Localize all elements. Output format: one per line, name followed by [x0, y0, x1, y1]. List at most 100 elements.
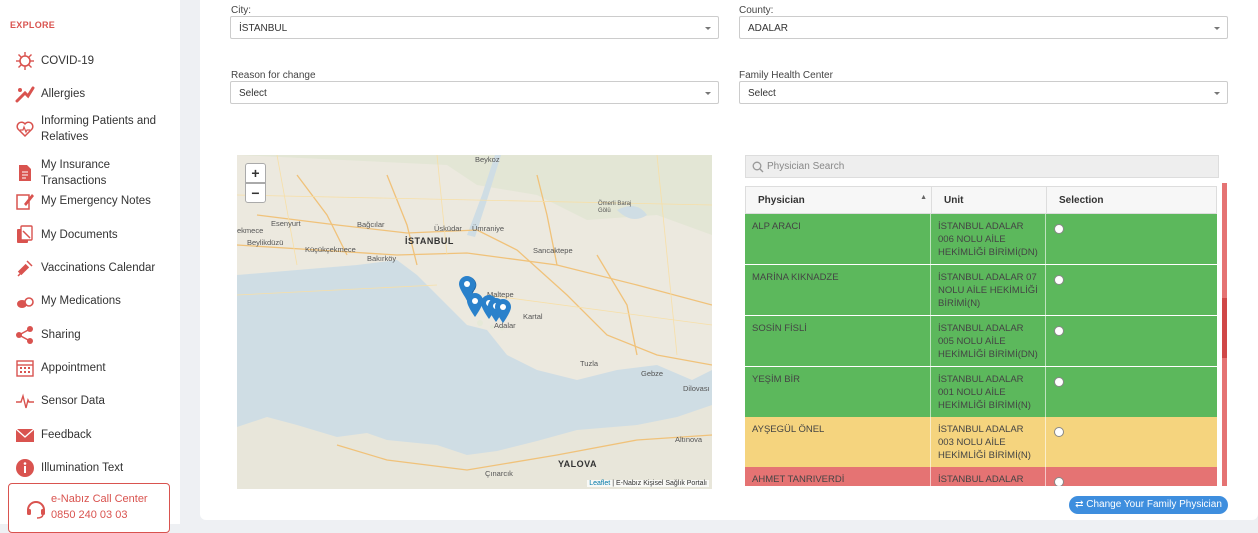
sidebar-item-label: Appointment [41, 362, 106, 374]
sidebar-item-label: Vaccinations Calendar [41, 262, 156, 274]
headset-icon [25, 497, 47, 524]
physician-name: YEŞİM BİR [745, 367, 931, 417]
search-placeholder: Physician Search [767, 161, 845, 172]
pulse-icon [14, 390, 36, 412]
sidebar-item-appointment[interactable]: Appointment [14, 357, 174, 379]
zoom-in-button[interactable]: + [245, 163, 266, 183]
sidebar-item-label: My Medications [41, 295, 121, 307]
share-icon [14, 324, 36, 346]
selection-cell [1046, 417, 1217, 467]
insurance-doc-icon [14, 162, 36, 184]
select-radio[interactable] [1054, 326, 1064, 336]
table-row[interactable]: SOSİN FİSLİ İSTANBUL ADALAR 005 NOLU AİL… [745, 316, 1217, 366]
family-center-label: Family Health Center [739, 70, 833, 81]
map-label: Tuzla [580, 359, 599, 368]
virus-icon [14, 50, 36, 72]
syringe-icon [14, 257, 36, 279]
sidebar-item-sharing[interactable]: Sharing [14, 324, 174, 346]
select-radio[interactable] [1054, 275, 1064, 285]
swap-icon: ⇄ [1075, 499, 1084, 510]
county-label: County: [739, 5, 774, 16]
unit-name: İSTANBUL ADALAR 005 NOLU AİLE HEKİMLİĞİ … [931, 316, 1046, 366]
selection-cell [1046, 367, 1217, 417]
selection-cell [1046, 316, 1217, 366]
chevron-down-icon [705, 92, 711, 95]
table-scrollbar[interactable] [1222, 183, 1227, 486]
map-label: İSTANBUL [405, 236, 454, 246]
map[interactable]: Beykoz Esenyurt Bağcılar Üsküdar Ümraniy… [237, 155, 712, 489]
sidebar-item-label: My Insurance Transactions [41, 159, 111, 187]
map-label: Bakırköy [367, 254, 397, 263]
selection-cell [1046, 265, 1217, 315]
sidebar-item-emergency-notes[interactable]: My Emergency Notes [14, 190, 174, 212]
sidebar-item-label: My Emergency Notes [41, 195, 151, 207]
call-center-phone[interactable]: 0850 240 03 03 [51, 509, 127, 521]
change-physician-button[interactable]: ⇄ Change Your Family Physician [1069, 496, 1228, 514]
map-label: Ümraniye [472, 224, 505, 233]
sidebar-item-allergies[interactable]: Allergies [14, 83, 174, 105]
city-select[interactable]: İSTANBUL [230, 16, 719, 39]
column-header-label: Physician [758, 195, 805, 206]
heart-info-icon [14, 118, 36, 140]
table-row[interactable]: YEŞİM BİR İSTANBUL ADALAR 001 NOLU AİLE … [745, 367, 1217, 417]
envelope-icon [14, 424, 36, 446]
chevron-down-icon [1214, 27, 1220, 30]
sidebar-item-documents[interactable]: My Documents [14, 224, 174, 246]
call-center-title: e-Nabız Call Center [51, 493, 148, 505]
leaflet-link[interactable]: Leaflet [589, 480, 610, 487]
sidebar-item-illumination-text[interactable]: Illumination Text [14, 457, 174, 479]
unit-name: İSTANBUL ADALAR 001 NOLU AİLE HEKİMLİĞİ … [931, 367, 1046, 417]
calendar-icon [14, 357, 36, 379]
sidebar-item-label: My Documents [41, 229, 118, 241]
unit-name: İSTANBUL ADALAR 07 NOLU AİLE HEKİMLİĞİ B… [931, 265, 1046, 315]
sidebar-section-title: EXPLORE [10, 20, 56, 30]
sidebar-item-covid19[interactable]: COVID-19 [14, 50, 174, 72]
map-label: ekmece [237, 226, 264, 235]
county-select-value: ADALAR [748, 23, 789, 34]
sidebar-item-sensor-data[interactable]: Sensor Data [14, 390, 174, 412]
table-row[interactable]: AHMET TANRIVERDİ İSTANBUL ADALAR [745, 467, 1217, 486]
sort-asc-icon: ▲ [920, 194, 927, 201]
physician-name: AHMET TANRIVERDİ [745, 467, 931, 486]
sidebar-item-label: Feedback [41, 429, 92, 441]
main-panel: City: İSTANBUL County: ADALAR Reason for… [200, 0, 1258, 520]
table-row[interactable]: ALP ARACI İSTANBUL ADALAR 006 NOLU AİLE … [745, 214, 1217, 264]
column-header-physician[interactable]: Physician ▲ [745, 186, 932, 214]
table-row[interactable]: MARİNA KIKNADZE İSTANBUL ADALAR 07 NOLU … [745, 265, 1217, 315]
table-scrollbar-thumb[interactable] [1222, 298, 1227, 358]
select-radio[interactable] [1054, 377, 1064, 387]
select-radio[interactable] [1054, 224, 1064, 234]
chevron-down-icon [1214, 92, 1220, 95]
physician-name: AYŞEGÜL ÖNEL [745, 417, 931, 467]
sidebar-item-feedback[interactable]: Feedback [14, 424, 174, 446]
sidebar-item-medications[interactable]: My Medications [14, 290, 174, 312]
map-label: Esenyurt [271, 219, 301, 228]
county-select[interactable]: ADALAR [739, 16, 1228, 39]
map-label: Çınarcık [485, 469, 513, 478]
table-row[interactable]: AYŞEGÜL ÖNEL İSTANBUL ADALAR 003 NOLU Aİ… [745, 417, 1217, 467]
physician-search-input[interactable]: Physician Search [745, 155, 1219, 178]
change-physician-label: Change Your Family Physician [1086, 499, 1222, 510]
family-center-select[interactable]: Select [739, 81, 1228, 104]
select-radio[interactable] [1054, 427, 1064, 437]
column-header-unit[interactable]: Unit [931, 186, 1047, 214]
map-label: Beylikdüzü [247, 238, 284, 247]
call-center-box[interactable]: e-Nabız Call Center 0850 240 03 03 [8, 483, 170, 533]
sidebar-item-vaccinations[interactable]: Vaccinations Calendar [14, 257, 174, 279]
reason-select[interactable]: Select [230, 81, 719, 104]
map-label: Sancaktepe [533, 246, 573, 255]
zoom-out-button[interactable]: − [245, 183, 266, 203]
physician-name: ALP ARACI [745, 214, 931, 264]
sidebar-item-insurance[interactable]: My Insurance Transactions [14, 157, 174, 189]
info-icon [14, 457, 36, 479]
physician-name: SOSİN FİSLİ [745, 316, 931, 366]
sidebar-item-informing-patients[interactable]: Informing Patients and Relatives [14, 113, 174, 145]
column-header-selection[interactable]: Selection [1046, 186, 1217, 214]
map-label: Kartal [523, 312, 543, 321]
select-radio[interactable] [1054, 477, 1064, 486]
unit-name: İSTANBUL ADALAR 006 NOLU AİLE HEKİMLİĞİ … [931, 214, 1046, 264]
selection-cell [1046, 214, 1217, 264]
sidebar-item-label: Illumination Text [41, 462, 124, 474]
column-header-label: Unit [944, 195, 964, 206]
map-tiles [237, 155, 712, 489]
